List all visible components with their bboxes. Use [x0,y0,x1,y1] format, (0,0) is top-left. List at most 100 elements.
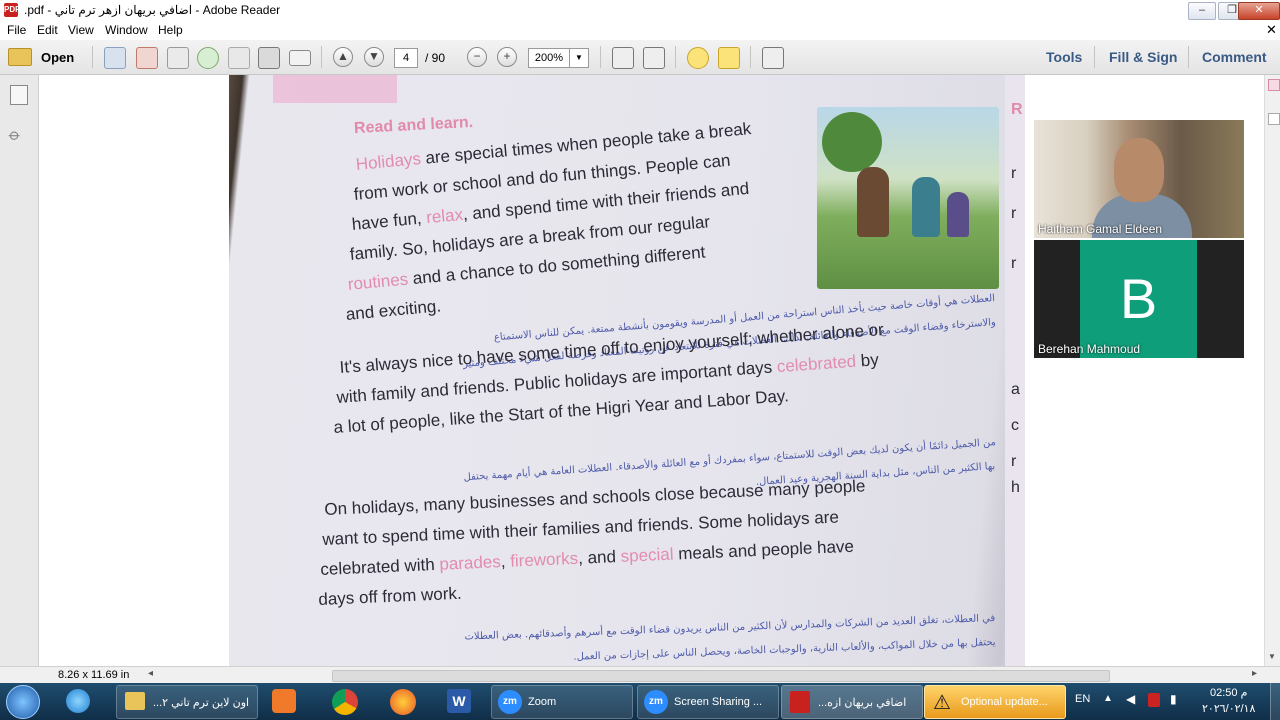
warning-icon: ⚠ [933,692,951,714]
page-thumbnails-icon[interactable] [10,85,28,105]
next-page-letter: r [1011,255,1017,272]
menu-bar: File Edit View Window Help ✕ [0,21,1280,40]
clock-date[interactable]: ٢٠٢٦/٠٢/١٨ [1202,702,1255,715]
menu-window[interactable]: Window [105,23,148,37]
highlighted-vocabulary-word: celebrated [776,351,857,377]
open-folder-icon[interactable] [8,48,32,66]
next-page-letter: r [1011,165,1017,182]
zoom-level-input[interactable]: 200% [528,48,570,68]
vertical-scrollbar[interactable]: ▼ [1264,75,1280,666]
scroll-down-icon[interactable]: ▼ [1268,652,1276,661]
video-tile-participant[interactable]: B Berehan Mahmoud [1034,240,1244,358]
minimize-button[interactable]: – [1188,2,1216,20]
text-segment: and exciting. [345,296,442,324]
create-pdf-icon[interactable] [104,47,126,69]
show-hidden-icons-icon[interactable]: ▲ [1103,693,1113,704]
status-bar: 8.26 x 11.69 in ◂ ▸ [0,666,1280,684]
full-screen-icon[interactable] [762,47,784,69]
window-title: .pdf - اضافي بريهان ازهر ترم تاني - Adob… [24,3,281,17]
scroll-up-icon[interactable] [1268,79,1280,91]
page-number-input[interactable]: 4 [394,48,418,68]
previous-page-icon[interactable]: ▲ [333,47,353,67]
word-icon[interactable]: W [447,689,471,713]
text-segment: , and [577,546,622,568]
taskbar-update-label: Optional update... [961,696,1048,708]
media-player-icon[interactable] [272,689,296,713]
separator [321,46,322,68]
navigation-pane: ⌀ [0,75,39,666]
horizontal-scroll-thumb[interactable] [332,670,1110,682]
avatar: B [1080,240,1197,358]
open-button[interactable]: Open [41,50,74,65]
taskbar-optional-update[interactable]: ⚠ Optional update... [924,685,1066,719]
arabic-translation-line: يحتفل بها من خلال المواكب، والألعاب النا… [572,637,996,663]
zoom-in-icon[interactable]: + [497,47,517,67]
firefox-icon[interactable] [390,689,416,715]
taskbar-folder-label: ...اون لاين ترم تاني ٢ [153,697,250,709]
attachments-paperclip-icon[interactable]: ⌀ [4,125,25,146]
arabic-translation-line: في العطلات، تغلق العديد من الشركات والمد… [464,613,996,643]
highlighted-vocabulary-word: parades [438,552,502,574]
show-desktop-button[interactable] [1270,683,1280,720]
sticky-note-icon[interactable] [687,47,709,69]
taskbar-folder[interactable]: ...اون لاين ترم تاني ٢ [116,685,258,719]
person-figure [912,177,940,237]
edit-pdf-icon[interactable] [167,47,189,69]
email-icon[interactable] [289,50,311,66]
menu-file[interactable]: File [7,23,26,37]
taskbar-adobe-reader[interactable]: ...اضافي بريهان ازه [781,685,923,719]
speaker-icon[interactable]: ◀ [1126,692,1135,706]
comment-button[interactable]: Comment [1202,49,1267,65]
zoom-icon: zm [498,690,522,714]
fit-page-icon[interactable] [612,47,634,69]
language-indicator[interactable]: EN [1075,693,1090,705]
menu-help[interactable]: Help [158,23,183,37]
folder-icon [125,692,145,710]
print-icon[interactable] [258,47,280,69]
separator [1094,46,1095,68]
fit-width-icon[interactable] [643,47,665,69]
participant-face [1114,138,1164,202]
combine-files-icon[interactable] [136,47,158,69]
next-page-letter: a [1011,381,1020,398]
video-tile-participant[interactable]: Haitham Gamal Eldeen [1034,120,1244,238]
zoom-dropdown-chevron-down-icon[interactable]: ▼ [569,48,589,68]
menu-edit[interactable]: Edit [37,23,58,37]
next-page-letter: r [1011,453,1017,470]
pdf-icon [790,691,810,713]
separator [675,46,676,68]
separator [750,46,751,68]
next-page-edge: Rrrracrh [1005,75,1025,666]
close-button[interactable]: ✕ [1238,2,1280,20]
security-alert-icon[interactable] [1148,693,1160,707]
zoom-out-icon[interactable]: − [467,47,487,67]
text-segment: days off from work. [318,583,462,609]
text-segment: celebrated with [320,554,440,579]
save-icon[interactable] [228,47,250,69]
clock-time[interactable]: 02:50 م [1210,686,1247,699]
tools-button[interactable]: Tools [1046,49,1082,65]
menu-view[interactable]: View [68,23,94,37]
upload-cloud-icon[interactable] [197,47,219,69]
separator [600,46,601,68]
close-doc-icon[interactable]: ✕ [1266,22,1277,38]
highlighted-vocabulary-word: special [620,544,674,566]
scroll-left-icon[interactable]: ◂ [148,668,153,679]
taskbar-zoom[interactable]: zm Zoom [491,685,633,719]
chrome-icon[interactable] [332,689,358,715]
document-text-line: days off from work. [318,584,462,610]
taskbar-screen-sharing[interactable]: zm Screen Sharing ... [637,685,779,719]
scroll-thumb[interactable] [1268,113,1280,125]
tree-shape [822,112,882,172]
fill-sign-button[interactable]: Fill & Sign [1109,49,1177,65]
network-icon[interactable]: ▮ [1170,692,1177,706]
next-page-icon[interactable]: ▼ [364,47,384,67]
page-size: 8.26 x 11.69 in [58,669,130,681]
internet-explorer-icon[interactable] [66,689,90,713]
next-page-letter: c [1011,417,1019,434]
title-bar: PDF .pdf - اضافي بريهان ازهر ترم تاني - … [0,0,1280,22]
participant-name: Berehan Mahmoud [1038,342,1141,356]
scroll-right-icon[interactable]: ▸ [1252,668,1257,679]
highlight-icon[interactable] [718,47,740,69]
start-button[interactable] [6,685,40,719]
